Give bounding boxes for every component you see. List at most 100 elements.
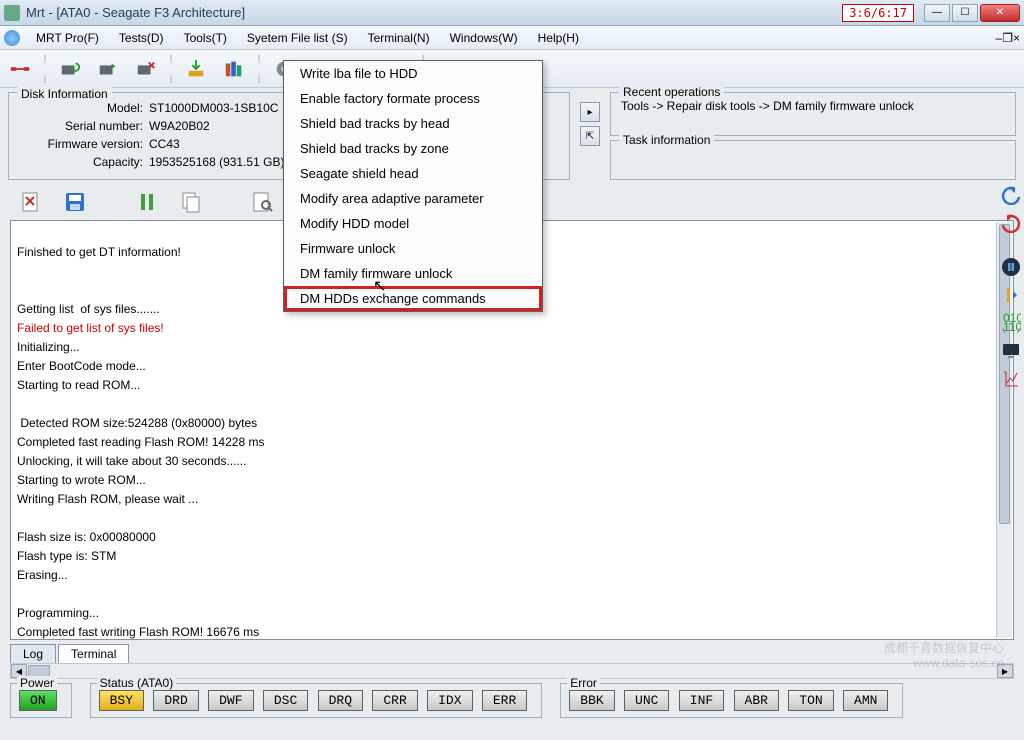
panel-collapse-button[interactable]: ▸ (580, 102, 600, 122)
term-line: Completed fast reading Flash ROM! 14228 … (17, 435, 264, 449)
menu-modify-hdd-model[interactable]: Modify HDD model (284, 211, 542, 236)
status-group: Status (ATA0) BSY DRD DWF DSC DRQ CRR ID… (90, 683, 543, 718)
app-menu-icon (4, 30, 20, 46)
badge-idx: IDX (427, 690, 472, 711)
menu-dm-hdds-exchange-commands[interactable]: DM HDDs exchange commands (284, 286, 542, 311)
status-row: Power ON Status (ATA0) BSY DRD DWF DSC D… (0, 679, 1024, 724)
menu-write-lba[interactable]: Write lba file to HDD (284, 61, 542, 86)
close-button[interactable]: ✕ (980, 4, 1020, 22)
action-save-icon[interactable] (60, 188, 90, 216)
badge-unc: UNC (624, 690, 669, 711)
recent-operations-panel: Recent operations Tools -> Repair disk t… (610, 92, 1016, 136)
badge-err: ERR (482, 690, 527, 711)
term-line: Finished to get DT information! (17, 245, 181, 259)
power-badge: ON (19, 690, 57, 711)
maximize-button[interactable]: ☐ (952, 4, 978, 22)
badge-drq: DRQ (318, 690, 363, 711)
term-line: Enter BootCode mode... (17, 359, 146, 373)
menu-help[interactable]: Help(H) (528, 28, 589, 48)
undo-icon[interactable] (1000, 184, 1022, 206)
status-legend: Status (ATA0) (97, 676, 177, 690)
step-icon[interactable] (1000, 284, 1022, 306)
repair-tools-dropdown: Write lba file to HDD Enable factory for… (283, 60, 543, 312)
tabstrip: Log Terminal (10, 644, 1014, 663)
menu-tools[interactable]: Tools(T) (174, 28, 237, 48)
tool-drive-refresh-icon[interactable] (56, 55, 84, 83)
menu-dm-family-firmware-unlock[interactable]: DM family firmware unlock (284, 261, 542, 286)
badge-inf: INF (679, 690, 724, 711)
menu-firmware-unlock[interactable]: Firmware unlock (284, 236, 542, 261)
timestamp-badge: 3:6/6:17 (842, 4, 914, 22)
term-line: Completed fast writing Flash ROM! 16676 … (17, 625, 259, 639)
firmware-value: CC43 (149, 135, 180, 153)
mdi-restore[interactable]: ❐ (1002, 31, 1013, 45)
recent-ops-legend: Recent operations (619, 85, 724, 99)
serial-label: Serial number: (19, 117, 149, 135)
term-line: Unlocking, it will take about 30 seconds… (17, 454, 246, 468)
menubar: MRT Pro(F) Tests(D) Tools(T) Syetem File… (0, 26, 1024, 50)
badge-dsc: DSC (263, 690, 308, 711)
badge-ton: TON (788, 690, 833, 711)
tool-books-icon[interactable] (220, 55, 248, 83)
term-line: Programming... (17, 606, 99, 620)
serial-value: W9A20B02 (149, 117, 210, 135)
action-copy-icon[interactable] (176, 188, 206, 216)
term-line: Getting list of sys files....... (17, 302, 160, 316)
badge-dwf: DWF (208, 690, 253, 711)
tab-terminal[interactable]: Terminal (58, 644, 129, 663)
tool-drive-forward-icon[interactable] (94, 55, 122, 83)
menu-tests[interactable]: Tests(D) (109, 28, 174, 48)
badge-bbk: BBK (569, 690, 614, 711)
menu-seagate-shield-head[interactable]: Seagate shield head (284, 161, 542, 186)
tool-connect-icon[interactable] (6, 55, 34, 83)
action-find-icon[interactable] (248, 188, 278, 216)
term-line: Writing Flash ROM, please wait ... (17, 492, 198, 506)
term-line-error: Failed to get list of sys files! (17, 321, 164, 335)
badge-amn: AMN (843, 690, 888, 711)
menu-modify-area-adaptive[interactable]: Modify area adaptive parameter (284, 186, 542, 211)
tab-log[interactable]: Log (10, 644, 56, 663)
binary-icon[interactable]: 010110 (1000, 312, 1022, 334)
recent-ops-text: Tools -> Repair disk tools -> DM family … (621, 99, 1005, 113)
menu-windows[interactable]: Windows(W) (440, 28, 528, 48)
error-group: Error BBK UNC INF ABR TON AMN (560, 683, 903, 718)
redo-icon[interactable] (1000, 212, 1022, 234)
power-legend: Power (17, 676, 57, 690)
task-info-legend: Task information (619, 133, 714, 147)
right-iconbar: 010110 (998, 178, 1024, 396)
power-group: Power ON (10, 683, 72, 718)
term-line: Flash size is: 0x00080000 (17, 530, 156, 544)
window-title: Mrt - [ATA0 - Seagate F3 Architecture] (26, 5, 842, 20)
model-value: ST1000DM003-1SB10C (149, 99, 278, 117)
task-information-panel: Task information (610, 140, 1016, 180)
menu-system-file-list[interactable]: Syetem File list (S) (237, 28, 358, 48)
tool-drive-delete-icon[interactable] (132, 55, 160, 83)
panel-expand-button[interactable]: ⇱ (580, 126, 600, 146)
badge-crr: CRR (372, 690, 417, 711)
badge-abr: ABR (734, 690, 779, 711)
mdi-minimize[interactable]: – (996, 31, 1003, 45)
titlebar: Mrt - [ATA0 - Seagate F3 Architecture] 3… (0, 0, 1024, 26)
term-line: Flash type is: STM (17, 549, 116, 563)
menu-mrtpro[interactable]: MRT Pro(F) (26, 28, 109, 48)
action-pause-icon[interactable] (132, 188, 162, 216)
menu-shield-bad-tracks-head[interactable]: Shield bad tracks by head (284, 111, 542, 136)
menu-enable-factory-format[interactable]: Enable factory formate process (284, 86, 542, 111)
menu-shield-bad-tracks-zone[interactable]: Shield bad tracks by zone (284, 136, 542, 161)
mdi-close[interactable]: × (1013, 31, 1020, 45)
monitor-icon[interactable] (1000, 340, 1022, 362)
capacity-value: 1953525168 (931.51 GB) (149, 153, 284, 171)
capacity-label: Capacity: (19, 153, 149, 171)
badge-drd: DRD (153, 690, 198, 711)
action-cancel-icon[interactable] (16, 188, 46, 216)
minimize-button[interactable]: — (924, 4, 950, 22)
term-line: Starting to wrote ROM... (17, 473, 146, 487)
stop-icon[interactable] (1000, 256, 1022, 278)
menu-terminal[interactable]: Terminal(N) (358, 28, 440, 48)
firmware-label: Firmware version: (19, 135, 149, 153)
chart-icon[interactable] (1000, 368, 1022, 390)
badge-bsy: BSY (99, 690, 144, 711)
term-line: Initializing... (17, 340, 80, 354)
term-line: Starting to read ROM... (17, 378, 140, 392)
tool-download-icon[interactable] (182, 55, 210, 83)
